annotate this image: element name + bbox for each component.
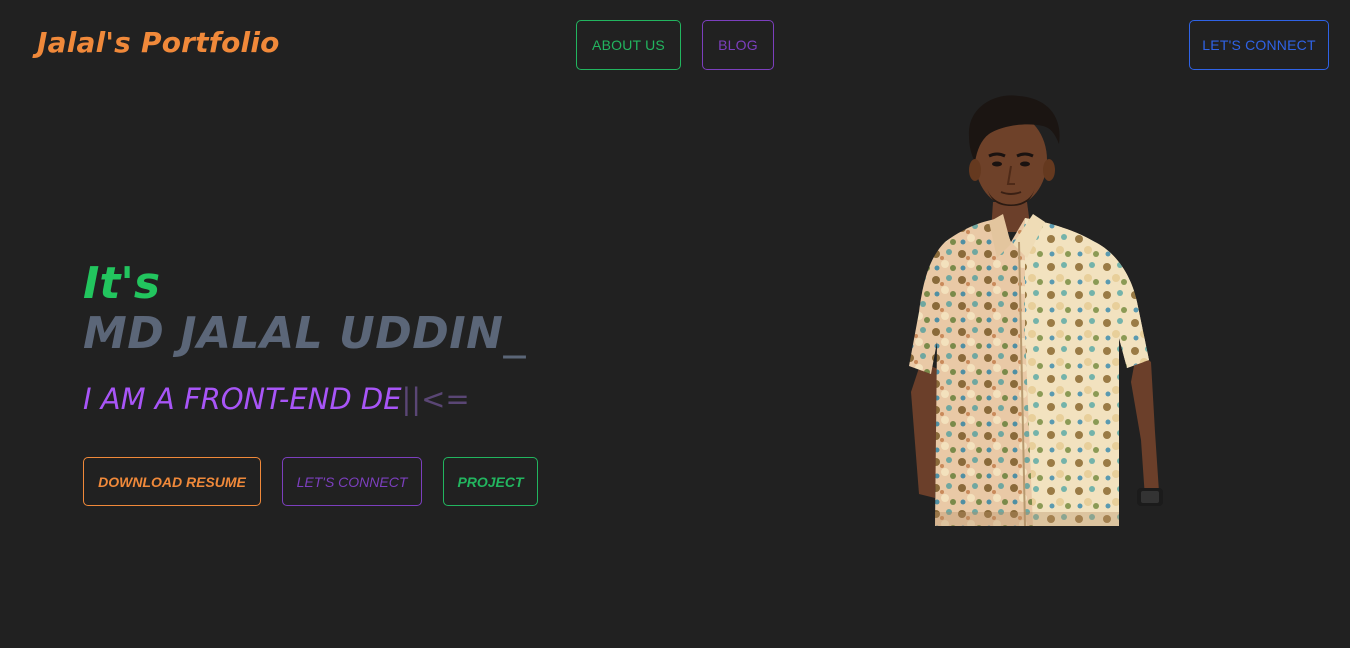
project-button[interactable]: PROJECT (443, 457, 538, 506)
brand-logo[interactable]: Jalal's Portfolio (37, 26, 280, 59)
portfolio-page: Jalal's Portfolio ABOUT US BLOG LET'S CO… (0, 0, 1350, 648)
nav-about-button[interactable]: ABOUT US (576, 20, 681, 70)
hero-greeting: It's (83, 258, 161, 309)
download-resume-button[interactable]: DOWNLOAD RESUME (83, 457, 261, 506)
hero-role-text: I AM A FRONT-END DE (83, 382, 402, 416)
hero-name-cursor: _ (503, 308, 526, 359)
header-connect-button[interactable]: LET'S CONNECT (1189, 20, 1329, 70)
nav-blog-button[interactable]: BLOG (702, 20, 774, 70)
typing-cursor: ||<= (401, 382, 470, 416)
hero-role: I AM A FRONT-END DE||<= (83, 380, 470, 418)
profile-photo (909, 95, 1163, 526)
hero-connect-button[interactable]: LET'S CONNECT (282, 457, 422, 506)
hero-name: MD JALAL UDDIN_ (83, 307, 526, 361)
hero-name-text: MD JALAL UDDIN (83, 308, 504, 359)
